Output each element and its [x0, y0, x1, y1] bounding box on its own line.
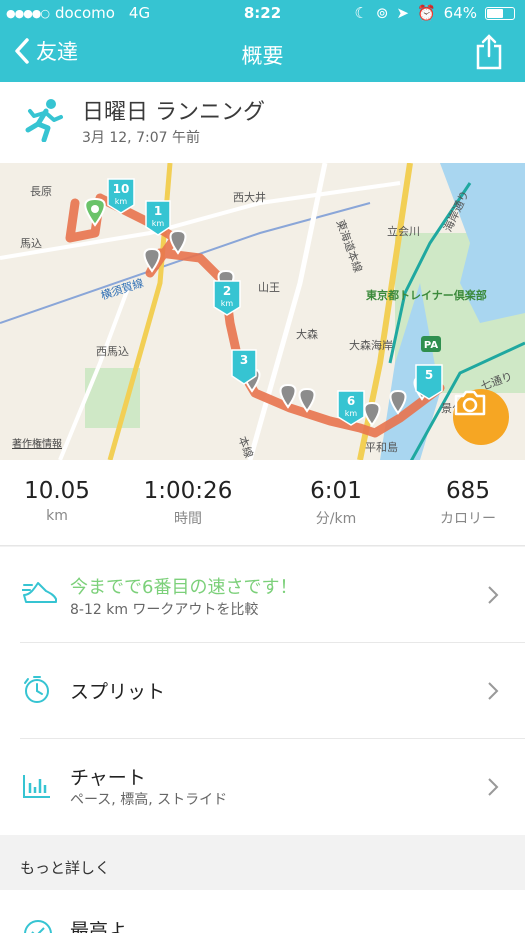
svg-text:km: km [152, 219, 165, 228]
start-pin[interactable] [84, 197, 106, 227]
record-subtitle: 8-12 km ワークアウトを比較 [70, 602, 259, 618]
chevron-right-icon [488, 586, 499, 604]
running-icon [25, 99, 63, 142]
personal-record-row[interactable]: 今までで6番目の速さです！ 8-12 km ワークアウトを比較 [0, 547, 525, 642]
svg-text:1: 1 [154, 204, 162, 218]
map-label-omori: 大森 [296, 328, 318, 341]
nav-bar: 友達 概要 [0, 26, 525, 82]
stat-unit: km [46, 508, 68, 524]
svg-text:km: km [221, 299, 234, 308]
map-label-magome: 馬込 [20, 237, 42, 250]
svg-text:2: 2 [223, 284, 231, 298]
camera-icon [454, 390, 486, 416]
route-map[interactable]: 10 km 1 km 2 km 3 6 km 5 PA 長原 西大井 馬込 横須… [0, 163, 525, 460]
km-marker-6[interactable]: 6 km [337, 390, 365, 426]
chevron-right-icon [488, 778, 499, 796]
map-label-sanno: 山王 [258, 281, 280, 294]
add-photo-button[interactable] [453, 389, 509, 445]
share-icon [476, 34, 502, 70]
map-label-nishimagome: 西馬込 [96, 345, 129, 358]
km-marker-3[interactable]: 3 [231, 349, 257, 385]
map-label-omorikaigan: 大森海岸 [349, 339, 393, 352]
stat-value: 10.05 [24, 478, 90, 504]
activity-title: 日曜日 ランニング [82, 100, 265, 125]
lock-rotation-icon: ⊚ [375, 4, 389, 22]
battery-percent: 64% [443, 4, 477, 22]
chevron-right-icon [488, 682, 499, 700]
svg-text:km: km [115, 197, 128, 206]
charts-title: チャート [70, 767, 146, 789]
share-button[interactable] [475, 34, 503, 74]
trophy-icon [24, 920, 52, 933]
location-icon: ➤ [396, 4, 409, 22]
map-label-tachiaigawa: 立会川 [387, 225, 420, 238]
activity-header: 日曜日 ランニング 3月 12, 7:07 午前 [0, 82, 525, 163]
map-copyright-link[interactable]: 著作権情報 [12, 435, 62, 450]
svg-text:6: 6 [347, 394, 355, 408]
status-bar: ●●●●○ docomo 4G 8:22 ☾ ⊚ ➤ ⏰ 64% [0, 0, 525, 26]
stats-bar: 10.05 km 1:00:26 時間 6:01 分/km 685 カロリー [0, 460, 525, 546]
partial-row[interactable]: 最高よ [0, 890, 525, 933]
km-marker-5[interactable]: 5 [415, 364, 443, 400]
parking-area-icon: PA [421, 336, 441, 352]
km-marker-10[interactable]: 10 km [107, 178, 135, 214]
map-label-nishioi: 西大井 [233, 191, 266, 204]
stopwatch-icon [24, 676, 49, 703]
moon-icon: ☾ [354, 4, 368, 22]
bar-chart-icon [23, 775, 50, 798]
stat-pace: 6:01 分/km [288, 478, 384, 528]
stat-distance: 10.05 km [14, 478, 100, 524]
details-list: 今までで6番目の速さです！ 8-12 km ワークアウトを比較 スプリット チャ… [0, 547, 525, 835]
alarm-icon: ⏰ [416, 4, 436, 22]
stat-value: 6:01 [310, 478, 362, 504]
section-header-label: もっと詳しく [20, 859, 111, 877]
stat-value: 685 [446, 478, 490, 504]
shoe-icon [22, 582, 57, 603]
record-title: 今までで6番目の速さです！ [70, 577, 298, 598]
km-marker-1[interactable]: 1 km [145, 200, 171, 236]
map-label-heiwajima: 平和島 [365, 441, 398, 454]
page-title: 概要 [241, 44, 284, 68]
km-marker-2[interactable]: 2 km [213, 280, 241, 316]
partial-row-title: 最高よ [70, 920, 128, 933]
battery-icon [485, 6, 515, 20]
stat-unit: 分/km [315, 511, 357, 527]
top-bar: ●●●●○ docomo 4G 8:22 ☾ ⊚ ➤ ⏰ 64% 友達 概要 [0, 0, 525, 82]
stat-unit: 時間 [174, 511, 202, 527]
splits-title: スプリット [70, 681, 166, 703]
stat-calories: 685 カロリー [420, 478, 516, 528]
charts-row[interactable]: チャート ペース, 標高, ストライド [0, 739, 525, 835]
map-label-trainer: 東京都トレイナー倶楽部 [366, 289, 487, 302]
charts-subtitle: ペース, 標高, ストライド [70, 792, 228, 808]
svg-text:km: km [345, 409, 358, 418]
section-header: もっと詳しく [0, 835, 525, 890]
stat-unit: カロリー [440, 511, 496, 527]
svg-text:3: 3 [240, 353, 248, 367]
stat-value: 1:00:26 [143, 478, 233, 504]
splits-row[interactable]: スプリット [0, 643, 525, 738]
stat-duration: 1:00:26 時間 [128, 478, 248, 528]
svg-text:5: 5 [425, 368, 433, 382]
svg-text:10: 10 [113, 182, 130, 196]
activity-date: 3月 12, 7:07 午前 [82, 130, 200, 146]
svg-text:PA: PA [424, 340, 438, 351]
map-label-nagahara: 長原 [30, 185, 52, 198]
